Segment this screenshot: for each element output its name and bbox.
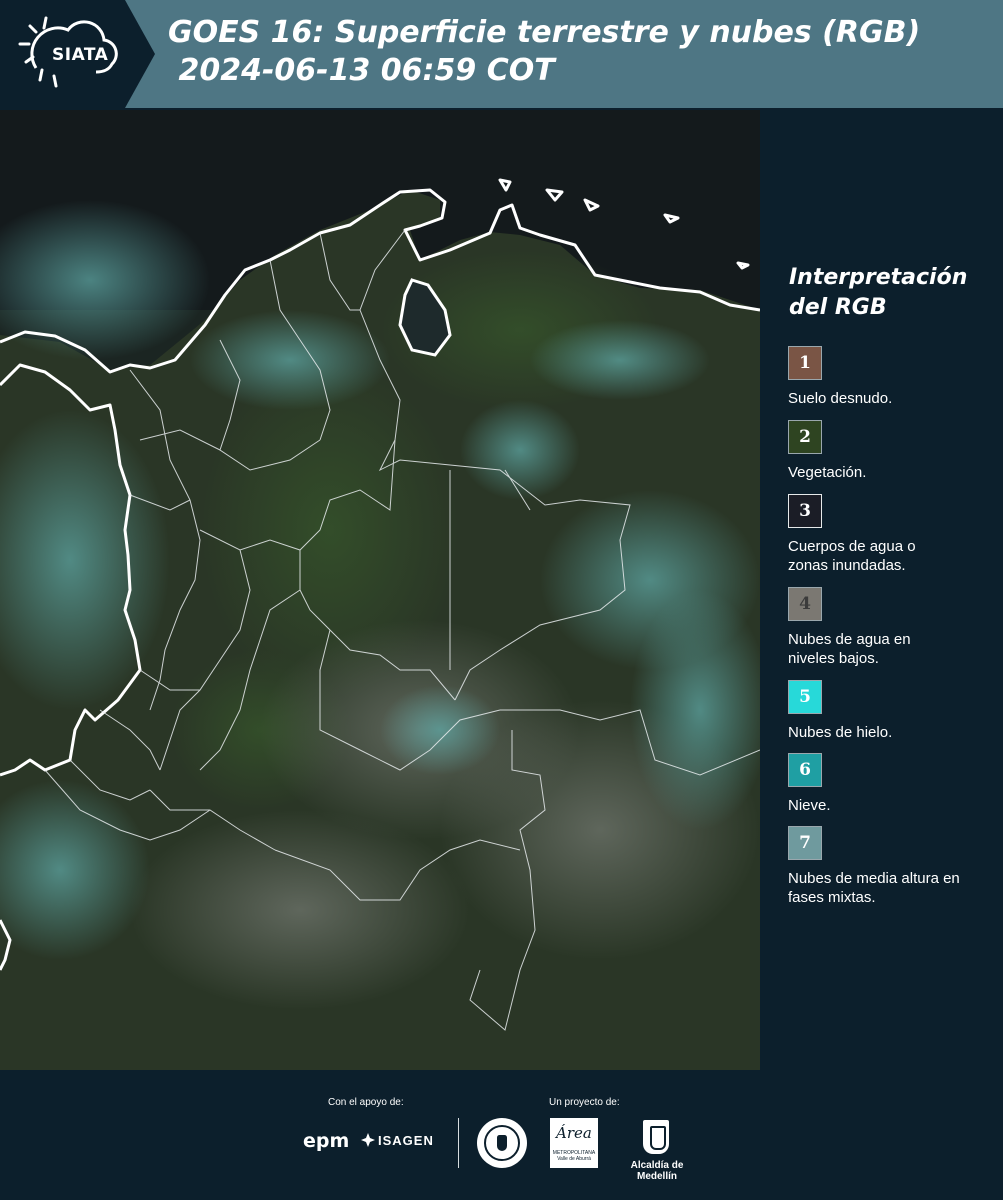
page: SIATA GOES 16: Superficie terrestre y nu… — [0, 0, 1003, 1200]
legend-number: 3 — [799, 501, 811, 521]
seal-ring — [484, 1125, 520, 1161]
legend-title: Interpretación del RGB — [789, 265, 968, 320]
legend-item-bare-soil: 1 Suelo desnudo. — [788, 346, 998, 408]
footer-divider — [458, 1118, 459, 1168]
ice-cloud — [530, 320, 710, 400]
legend-item-vegetation: 2 Vegetación. — [788, 420, 998, 482]
map-canvas — [0, 110, 760, 1070]
legend-label: Nubes de agua en niveles bajos. — [788, 631, 911, 667]
legend-number: 7 — [799, 833, 811, 853]
legend-label: Nubes de media altura en fases mixtas. — [788, 870, 960, 906]
title-line-2: 2024-06-13 06:59 COT — [168, 53, 555, 88]
legend-label: Nubes de hielo. — [788, 724, 893, 741]
alcaldia-logo: Alcaldía de Medellín — [612, 1118, 702, 1182]
seal-emblem — [497, 1135, 507, 1151]
legend-swatch-6: 6 — [788, 753, 822, 787]
university-seal-icon — [477, 1118, 527, 1168]
header-bar: SIATA GOES 16: Superficie terrestre y nu… — [0, 0, 1003, 108]
page-title: GOES 16: Superficie terrestre y nubes (R… — [168, 14, 920, 90]
legend-number: 1 — [799, 353, 811, 373]
legend-item-water: 3 Cuerpos de agua o zonas inundadas. — [788, 494, 998, 575]
legend-label: Nieve. — [788, 797, 831, 814]
shield-icon — [643, 1120, 669, 1154]
legend-swatch-1: 1 — [788, 346, 822, 380]
isagen-icon — [361, 1133, 375, 1147]
legend-number: 4 — [799, 594, 811, 614]
legend-swatch-3: 3 — [788, 494, 822, 528]
legend-swatch-2: 2 — [788, 420, 822, 454]
legend-item-ice-clouds: 5 Nubes de hielo. — [788, 680, 998, 742]
isagen-text: ISAGEN — [378, 1133, 434, 1148]
satellite-map[interactable] — [0, 110, 760, 1070]
isagen-logo: ISAGEN — [361, 1133, 434, 1148]
legend-number: 5 — [799, 687, 811, 707]
legend-item-snow: 6 Nieve. — [788, 753, 998, 815]
legend-item-mid-clouds: 7 Nubes de media altura en fases mixtas. — [788, 826, 998, 907]
logo-text: SIATA — [52, 45, 109, 65]
metro-small: METROPOLITANA Valle de Aburrá — [552, 1150, 596, 1162]
legend-label: Suelo desnudo. — [788, 390, 893, 407]
area-metropolitana-logo: Área METROPOLITANA Valle de Aburrá — [550, 1118, 598, 1168]
legend-swatch-7: 7 — [788, 826, 822, 860]
legend-number: 6 — [799, 760, 811, 780]
legend-item-low-water-clouds: 4 Nubes de agua en niveles bajos. — [788, 587, 998, 668]
project-label: Un proyecto de: — [549, 1097, 620, 1108]
metro-script: Área — [556, 1124, 592, 1142]
ice-cloud — [380, 685, 500, 775]
legend-panel: Interpretación del RGB 1 Suelo desnudo. … — [760, 110, 1003, 1070]
support-label: Con el apoyo de: — [328, 1097, 404, 1108]
epm-logo: epm — [303, 1130, 350, 1152]
alcaldia-label: Alcaldía de Medellín — [630, 1160, 684, 1182]
legend-label: Vegetación. — [788, 464, 867, 481]
legend-label: Cuerpos de agua o zonas inundadas. — [788, 538, 916, 574]
legend-number: 2 — [799, 427, 811, 447]
legend-swatch-4: 4 — [788, 587, 822, 621]
low-cloud — [130, 810, 470, 1010]
legend-swatch-5: 5 — [788, 680, 822, 714]
siata-logo: SIATA — [0, 0, 155, 108]
footer: Con el apoyo de: Un proyecto de: epm ISA… — [0, 1070, 1003, 1200]
title-line-1: GOES 16: Superficie terrestre y nubes (R… — [168, 15, 921, 50]
